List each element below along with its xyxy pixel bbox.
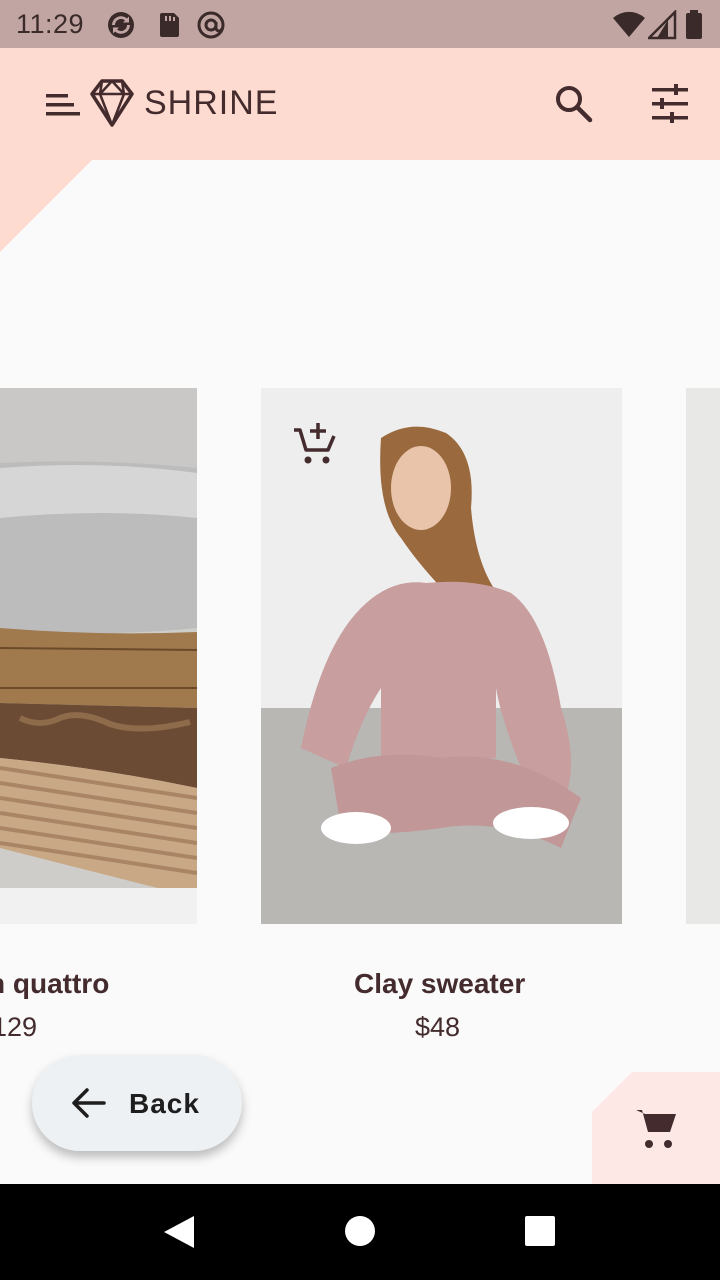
back-triangle-icon[interactable] [162, 1214, 196, 1250]
sync-icon [108, 12, 134, 38]
add-to-cart-icon[interactable] [292, 420, 340, 468]
shopping-cart-icon [636, 1110, 676, 1148]
wifi-icon [613, 11, 645, 38]
sd-card-icon [160, 13, 179, 37]
menu-icon[interactable] [44, 92, 80, 120]
product-image-right[interactable] [686, 388, 720, 924]
recents-square-icon[interactable] [524, 1214, 556, 1248]
app-title: SHRINE [144, 84, 279, 122]
product-photo-clay-sweater [261, 388, 622, 924]
back-button[interactable]: Back [32, 1055, 242, 1151]
status-bar: 11:29 [0, 0, 720, 48]
cart-button[interactable] [592, 1072, 720, 1184]
search-icon[interactable] [552, 82, 596, 126]
product-image-left[interactable] [0, 388, 197, 924]
backdrop-corner [0, 160, 92, 252]
system-nav-bar [0, 1184, 720, 1280]
battery-icon [686, 10, 702, 39]
app-bar: SHRINE [0, 48, 720, 160]
product-price-left: 129 [0, 1012, 38, 1042]
arrow-back-icon [72, 1088, 106, 1118]
product-image-clay-sweater[interactable] [261, 388, 622, 924]
status-time: 11:29 [16, 9, 85, 39]
product-price-clay-sweater: $48 [415, 1012, 461, 1042]
back-label: Back [129, 1088, 200, 1119]
diamond-logo-icon [90, 79, 134, 127]
at-sign-icon [197, 11, 225, 39]
tune-icon[interactable] [648, 82, 692, 126]
product-title-left: n quattro [0, 968, 110, 999]
home-circle-icon[interactable] [344, 1214, 376, 1248]
product-title-clay-sweater: Clay sweater [354, 968, 526, 999]
product-photo-wood-stack [0, 388, 197, 924]
signal-icon [648, 10, 677, 40]
